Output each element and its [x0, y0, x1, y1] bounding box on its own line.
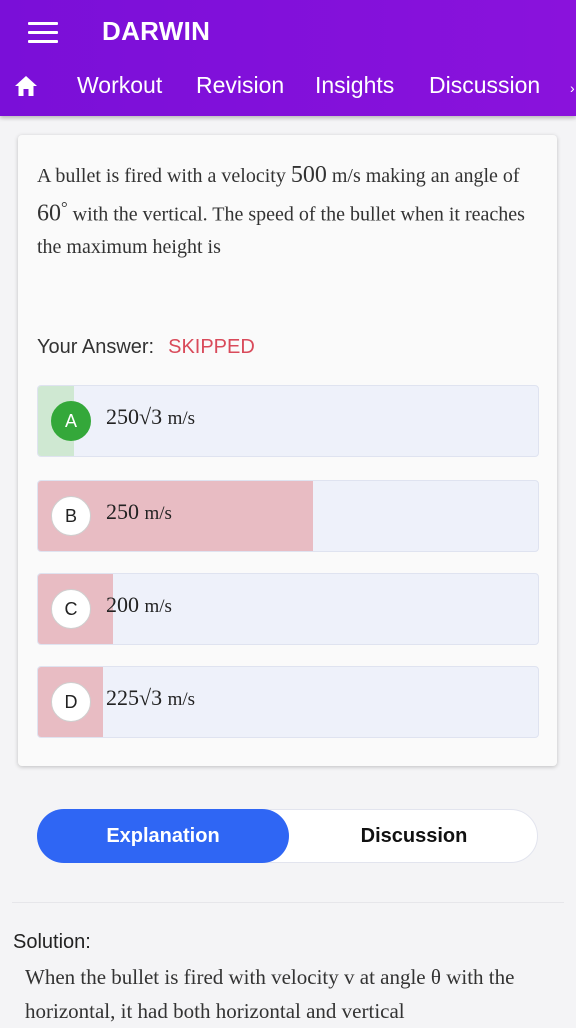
your-answer-label: Your Answer:	[37, 336, 155, 358]
your-answer-status: SKIPPED	[168, 336, 255, 358]
tab-discussion[interactable]: Discussion	[429, 72, 540, 99]
solution-text: When the bullet is fired with velocity v…	[25, 965, 515, 1023]
tab-workout[interactable]: Workout	[77, 72, 162, 99]
option-b-text: 250 m/s	[106, 499, 172, 524]
option-c-text: 200 m/s	[106, 592, 172, 617]
explanation-discussion-toggle: Explanation Discussion	[37, 809, 538, 863]
explanation-tab[interactable]: Explanation	[37, 809, 289, 863]
your-answer-row: Your Answer: SKIPPED	[37, 336, 255, 359]
app-title: DARWIN	[102, 16, 211, 46]
tab-revision[interactable]: Revision	[196, 72, 284, 99]
option-c-badge: C	[51, 589, 91, 629]
question-text: A bullet is fired with a velocity 500 m/…	[37, 162, 525, 258]
option-b-badge: B	[51, 496, 91, 536]
solution-heading: Solution:	[13, 931, 91, 953]
option-d-text: 225√3 m/s	[106, 685, 196, 710]
option-a-text: 250√3 m/s	[106, 404, 196, 429]
option-a-badge: A	[51, 401, 91, 441]
home-icon[interactable]	[14, 75, 38, 97]
option-a[interactable]: A 250√3 m/s	[37, 385, 539, 457]
nav-scroll-right-icon[interactable]: ›	[570, 80, 576, 96]
option-d-badge: D	[51, 682, 91, 722]
tab-insights[interactable]: Insights	[315, 72, 394, 99]
app-header: DARWIN Workout Revision Insights Discuss…	[0, 0, 576, 116]
option-b[interactable]: B 250 m/s	[37, 480, 539, 552]
option-c[interactable]: C 200 m/s	[37, 573, 539, 645]
option-d[interactable]: D 225√3 m/s	[37, 666, 539, 738]
menu-icon[interactable]	[28, 22, 58, 44]
discussion-tab[interactable]: Discussion	[290, 809, 538, 863]
divider	[12, 902, 564, 903]
question-card: A bullet is fired with a velocity 500 m/…	[18, 135, 557, 766]
